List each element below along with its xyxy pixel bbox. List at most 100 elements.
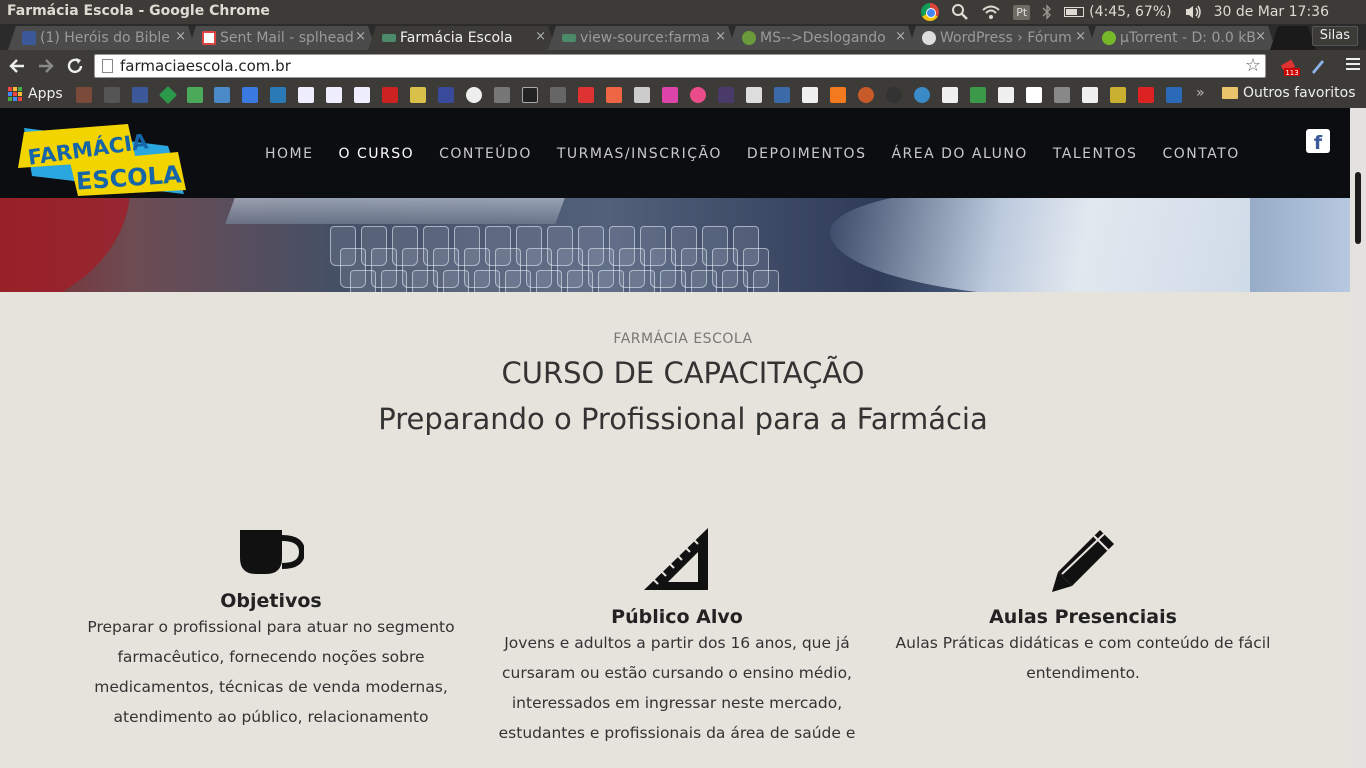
- browser-tab[interactable]: (1) Heróis do Bible ×: [8, 26, 196, 50]
- bookmark-icon[interactable]: [298, 87, 314, 103]
- facebook-icon[interactable]: f: [1306, 129, 1330, 153]
- farmacia-escola-logo[interactable]: FARMÁCIA ESCOLA: [18, 124, 186, 196]
- os-top-bar: Farmácia Escola - Google Chrome Pt (4:45…: [0, 0, 1366, 24]
- pen-extension-icon[interactable]: [1308, 56, 1328, 76]
- bookmark-icon[interactable]: [634, 87, 650, 103]
- bookmark-icon[interactable]: [354, 87, 370, 103]
- bookmark-icon[interactable]: [606, 87, 622, 103]
- bluetooth-icon[interactable]: [1036, 0, 1058, 24]
- feature-text: Jovens e adultos a partir dos 16 anos, q…: [498, 634, 856, 742]
- bookmark-icon[interactable]: [466, 87, 482, 103]
- hero-glassware: [567, 270, 593, 292]
- bookmark-icon[interactable]: [76, 87, 92, 103]
- reload-button[interactable]: [63, 54, 87, 78]
- bookmark-icon[interactable]: [410, 87, 426, 103]
- volume-icon[interactable]: [1178, 0, 1208, 24]
- search-icon[interactable]: [945, 0, 975, 24]
- bookmark-icon[interactable]: [438, 87, 454, 103]
- browser-tab[interactable]: MS-->Deslogando ×: [728, 26, 916, 50]
- bookmark-icon[interactable]: [942, 87, 958, 103]
- chrome-tray-icon[interactable]: [915, 0, 945, 24]
- clock[interactable]: 30 de Mar 17:36: [1208, 0, 1366, 24]
- nav-depoimentos[interactable]: DEPOIMENTOS: [747, 146, 867, 162]
- bookmark-icon[interactable]: [1082, 87, 1098, 103]
- bookmark-icon[interactable]: [1166, 87, 1182, 103]
- close-icon[interactable]: ×: [355, 29, 366, 44]
- bookmark-star-icon[interactable]: ☆: [1245, 55, 1261, 76]
- new-tab-button[interactable]: [1270, 26, 1316, 50]
- bookmark-icon[interactable]: [1026, 87, 1042, 103]
- nav-home[interactable]: HOME: [265, 146, 313, 162]
- bookmark-icon[interactable]: [998, 87, 1014, 103]
- nav-turmas-inscricao[interactable]: TURMAS/INSCRIÇÃO: [557, 146, 722, 162]
- bookmark-icon[interactable]: [494, 87, 510, 103]
- bookmark-icon[interactable]: [382, 87, 398, 103]
- hero-glassware: [691, 270, 717, 292]
- bookmark-icon[interactable]: [746, 87, 762, 103]
- bookmark-icon[interactable]: [970, 87, 986, 103]
- facebook-bookmark-icon[interactable]: [132, 87, 148, 103]
- forward-button[interactable]: [34, 54, 58, 78]
- apps-shortcut[interactable]: Apps: [8, 86, 63, 102]
- url-text[interactable]: farmaciaescola.com.br: [120, 57, 291, 75]
- close-icon[interactable]: ×: [715, 29, 726, 44]
- other-bookmarks-folder[interactable]: Outros favoritos: [1222, 85, 1356, 101]
- hero-banner-image: [0, 198, 1350, 292]
- bookmark-icon[interactable]: [104, 87, 120, 103]
- battery-indicator[interactable]: (4:45, 67%): [1058, 0, 1177, 24]
- nav-o-curso[interactable]: O CURSO: [338, 146, 414, 162]
- keyboard-layout-indicator[interactable]: Pt: [1007, 0, 1036, 24]
- nav-talentos[interactable]: TALENTOS: [1053, 146, 1138, 162]
- site-header: FARMÁCIA ESCOLA HOME O CURSO CONTEÚDO TU…: [0, 108, 1350, 198]
- bookmarks-bar: Apps » Outros favoritos: [0, 82, 1366, 108]
- close-icon[interactable]: ×: [1255, 29, 1266, 44]
- scrollbar-thumb[interactable]: [1355, 172, 1361, 244]
- hero-glassware: [474, 270, 500, 292]
- bookmark-icon[interactable]: [830, 87, 846, 103]
- bookmark-icon[interactable]: [187, 87, 203, 103]
- nav-area-do-aluno[interactable]: ÁREA DO ALUNO: [891, 146, 1027, 162]
- chrome-menu-icon[interactable]: [1346, 58, 1360, 72]
- browser-tab[interactable]: view-source:farma ×: [548, 26, 736, 50]
- close-icon[interactable]: ×: [1075, 29, 1086, 44]
- page-scrollbar[interactable]: [1350, 108, 1366, 768]
- address-bar[interactable]: farmaciaescola.com.br ☆: [94, 54, 1266, 78]
- bookmark-icon[interactable]: [550, 87, 566, 103]
- browser-tab[interactable]: WordPress › Fórum ×: [908, 26, 1096, 50]
- bookmark-icon[interactable]: [578, 87, 594, 103]
- bookmark-icon[interactable]: [718, 87, 734, 103]
- back-button[interactable]: [5, 54, 29, 78]
- browser-tab[interactable]: Sent Mail - splhead ×: [188, 26, 376, 50]
- nav-contato[interactable]: CONTATO: [1162, 146, 1239, 162]
- bookmark-icon[interactable]: [802, 87, 818, 103]
- bookmark-icon[interactable]: [270, 87, 286, 103]
- google-bookmark-icon[interactable]: [242, 87, 258, 103]
- youtube-bookmark-icon[interactable]: [1138, 87, 1154, 103]
- bookmark-icon[interactable]: [662, 87, 678, 103]
- bookmark-icon[interactable]: [886, 87, 902, 103]
- wifi-icon[interactable]: [975, 0, 1007, 24]
- profile-button[interactable]: Silas: [1311, 26, 1358, 46]
- close-icon[interactable]: ×: [895, 29, 906, 44]
- browser-tab-active[interactable]: Farmácia Escola ×: [368, 26, 556, 50]
- bookmark-icon[interactable]: [914, 87, 930, 103]
- bookmark-icon[interactable]: [326, 87, 342, 103]
- browser-tab[interactable]: µTorrent - D: 0.0 kB ×: [1088, 26, 1276, 50]
- nav-conteudo[interactable]: CONTEÚDO: [439, 146, 532, 162]
- pencil-icon: [1052, 530, 1114, 592]
- extension-badge-icon[interactable]: 113: [1280, 56, 1300, 77]
- section-eyebrow: FARMÁCIA ESCOLA: [613, 331, 753, 347]
- bookmarks-overflow-button[interactable]: »: [1196, 85, 1205, 101]
- bookmark-icon[interactable]: [214, 87, 230, 103]
- feature-aulas-presenciais: Aulas Presenciais Aulas Práticas didátic…: [893, 528, 1273, 688]
- dribbble-bookmark-icon[interactable]: [690, 87, 706, 103]
- tab-strip: (1) Heróis do Bible × Sent Mail - splhea…: [0, 24, 1366, 50]
- bookmark-icon[interactable]: [858, 87, 874, 103]
- bookmark-icon[interactable]: [522, 87, 538, 103]
- bookmark-icon[interactable]: [774, 87, 790, 103]
- close-icon[interactable]: ×: [535, 29, 546, 44]
- bookmark-icon[interactable]: [1110, 87, 1126, 103]
- close-icon[interactable]: ×: [175, 29, 186, 44]
- bookmark-icon[interactable]: [1054, 87, 1070, 103]
- bookmark-icon[interactable]: [158, 85, 178, 105]
